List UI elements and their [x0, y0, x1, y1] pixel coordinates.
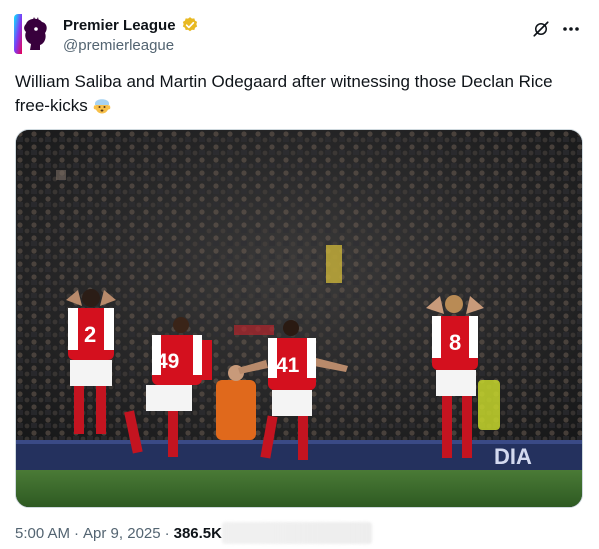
grok-icon[interactable]	[530, 18, 552, 40]
avatar[interactable]	[14, 14, 54, 54]
blurred-watermark	[222, 522, 372, 544]
meta-separator-2: ·	[164, 525, 170, 542]
player-41-number: 41	[276, 354, 300, 377]
tweet-meta: 5:00 AM · Apr 9, 2025 · 386.5K	[15, 525, 222, 542]
player-8-number: 8	[449, 330, 461, 355]
tweet-card: Premier League @premierleague William Sa…	[0, 0, 599, 549]
football-celebration-photo: DIA 2 49 41 8	[16, 130, 582, 507]
post-date[interactable]: Apr 9, 2025	[83, 525, 161, 542]
author-handle[interactable]: @premierleague	[63, 37, 174, 54]
meta-separator: ·	[74, 525, 80, 542]
player-49-number: 49	[156, 350, 179, 373]
tweet-text: William Saliba and Martin Odegaard after…	[15, 70, 575, 118]
view-count[interactable]: 386.5K	[174, 525, 222, 542]
board-text: DIA	[494, 444, 532, 469]
player-2-number: 2	[84, 322, 96, 347]
premier-league-logo-icon	[14, 14, 54, 54]
more-options-icon[interactable]	[560, 18, 582, 40]
author-name-row[interactable]: Premier League	[63, 16, 199, 34]
mind-blown-emoji-icon	[92, 95, 112, 115]
post-time[interactable]: 5:00 AM	[15, 525, 70, 542]
tweet-media-photo[interactable]: DIA 2 49 41 8	[15, 129, 583, 508]
author-display-name[interactable]: Premier League	[63, 17, 176, 34]
verified-badge-icon	[181, 16, 199, 34]
